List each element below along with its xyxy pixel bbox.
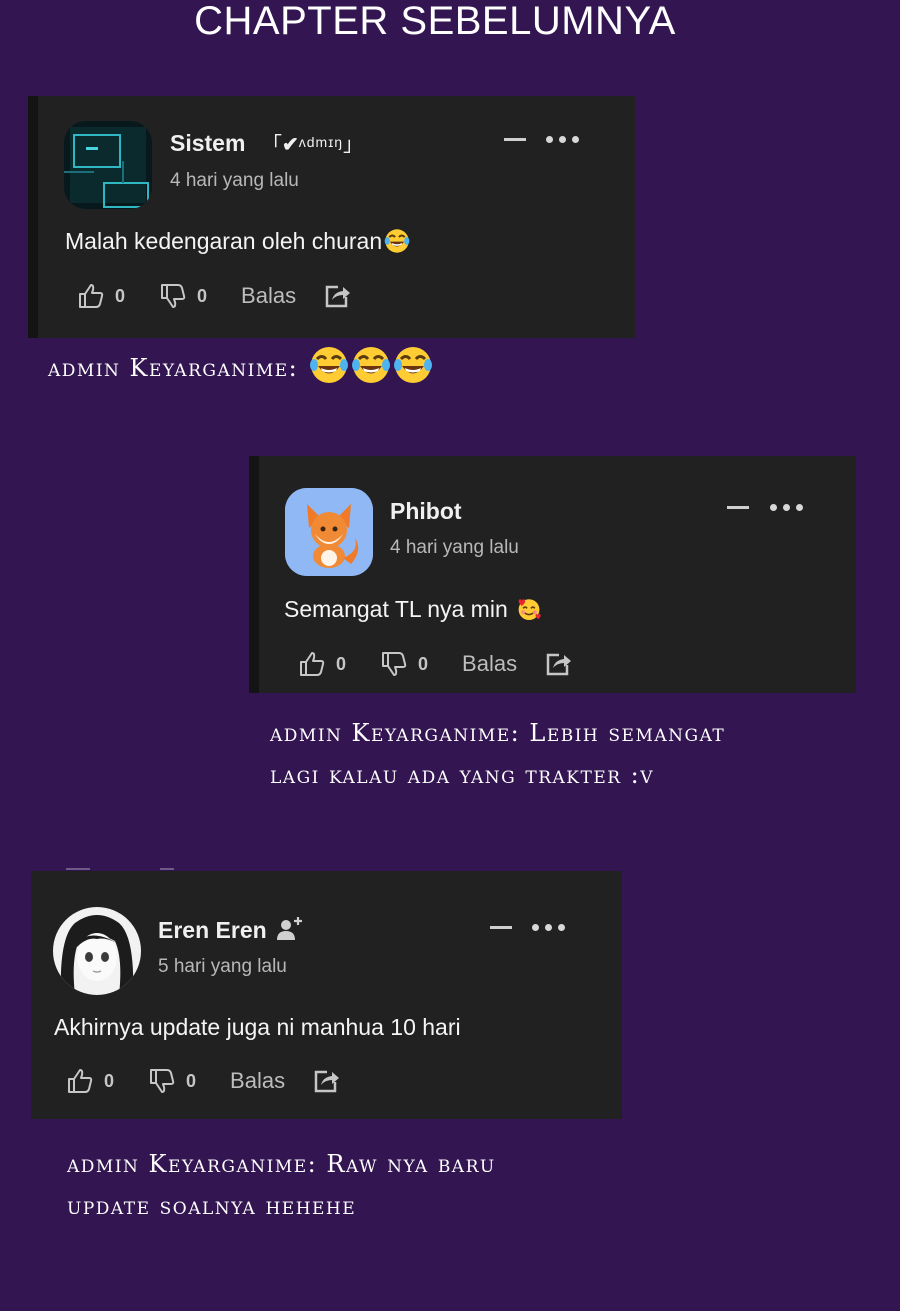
admin-name: Keyarganime (148, 1150, 308, 1178)
comment-actions: 0 0 Balas (66, 1066, 341, 1096)
comment-card-phibot: Phibot 4 hari yang lalu Semangat TL nya … (249, 456, 856, 693)
comment-actions: 0 0 Balas (298, 649, 573, 679)
dislike-count: 0 (186, 1070, 197, 1091)
admin-name: Keyarganime (351, 719, 511, 747)
thumbs-down-icon (382, 652, 407, 676)
admin-reply-line-1: admin Keyarganime: Lebih semangat (270, 712, 725, 754)
thumbs-up-icon (68, 1069, 93, 1093)
like-button[interactable]: 0 (298, 650, 346, 678)
face-with-tears-of-joy-icon (394, 347, 433, 383)
admin-prefix: admin (270, 719, 343, 747)
share-icon[interactable] (545, 651, 573, 677)
dislike-button[interactable]: 0 (148, 1067, 196, 1095)
divider-remnant (160, 868, 174, 870)
fox-avatar-icon[interactable] (285, 488, 373, 576)
face-with-tears-of-joy-icon (384, 229, 410, 253)
dislike-count: 0 (418, 653, 429, 674)
badge-open-bracket: 「 (262, 134, 282, 156)
comment-text: Semangat TL nya min (284, 595, 542, 623)
comment-card-eren: Eren Eren 5 hari yang lalu Akhirnya upda… (31, 871, 622, 1119)
divider-remnant (66, 868, 90, 870)
face-with-tears-of-joy-icon (352, 347, 391, 383)
like-button[interactable]: 0 (66, 1067, 114, 1095)
dislike-button[interactable]: 0 (159, 282, 207, 310)
thumbs-down-icon (150, 1069, 175, 1093)
dislike-count: 0 (197, 285, 208, 306)
admin-reply-line-2: lagi kalau ada yang trakter :v (270, 761, 655, 789)
comment-username[interactable]: Phibot (390, 497, 462, 525)
minimize-icon[interactable] (727, 506, 749, 509)
admin-prefix: admin (67, 1150, 140, 1178)
minimize-icon[interactable] (504, 138, 526, 141)
card-accent-bar (249, 456, 259, 693)
more-options-icon[interactable] (770, 502, 806, 514)
comment-timestamp: 5 hari yang lalu (158, 956, 287, 977)
comment-text-body: Malah kedengaran oleh churan (65, 228, 383, 254)
admin-colon: : (307, 1150, 318, 1178)
admin-colon: : (288, 354, 299, 382)
more-options-icon[interactable] (546, 134, 582, 146)
admin-reply-line-1: admin Keyarganime: Raw nya baru (67, 1143, 496, 1185)
face-with-tears-of-joy-icon (310, 347, 349, 383)
badge-close-bracket: 」 (342, 134, 363, 156)
reply-button[interactable]: Balas (241, 283, 296, 309)
more-options-icon[interactable] (532, 922, 568, 934)
page-title: CHAPTER SEBELUMNYA (194, 0, 676, 43)
comment-actions: 0 0 Balas (77, 281, 352, 311)
thumbs-up-icon (300, 652, 325, 676)
dislike-button[interactable]: 0 (380, 650, 428, 678)
admin-reply-text: Raw nya baru (326, 1150, 496, 1178)
share-icon[interactable] (313, 1068, 341, 1094)
comment-timestamp: 4 hari yang lalu (390, 537, 519, 558)
badge-admin-label: ᴧdmɪŋ (298, 134, 343, 150)
admin-reply-text: Lebih semangat (529, 719, 726, 747)
dark-tech-avatar-icon[interactable] (64, 121, 152, 209)
like-count: 0 (104, 1070, 115, 1091)
comment-timestamp: 4 hari yang lalu (170, 170, 299, 191)
admin-colon: : (510, 719, 521, 747)
thumbs-up-icon (79, 284, 104, 308)
like-count: 0 (336, 653, 347, 674)
admin-reply-line-2: update soalnya hehehe (67, 1192, 357, 1220)
admin-name: Keyarganime (129, 354, 289, 382)
comment-text: Akhirnya update juga ni manhua 10 hari (54, 1014, 461, 1040)
card-accent-bar (28, 96, 38, 338)
admin-badge: 「✔ᴧdmɪŋ」 (262, 130, 363, 157)
share-icon[interactable] (324, 283, 352, 309)
minimize-icon[interactable] (490, 926, 512, 929)
thumbs-down-icon (161, 284, 186, 308)
admin-reply-2: admin Keyarganime: Lebih semangat lagi k… (270, 712, 725, 796)
add-user-icon[interactable] (276, 915, 304, 943)
smiling-face-with-hearts-icon (518, 599, 541, 621)
comment-username[interactable]: Sistem (170, 129, 245, 157)
admin-reply-3: admin Keyarganime: Raw nya baru update s… (67, 1143, 496, 1227)
like-button[interactable]: 0 (77, 282, 125, 310)
comment-text: Malah kedengaran oleh churan (65, 227, 410, 255)
admin-prefix: admin (48, 354, 121, 382)
reply-button[interactable]: Balas (230, 1068, 285, 1094)
reply-button[interactable]: Balas (462, 651, 517, 677)
comment-card-sistem: Sistem 「✔ᴧdmɪŋ」 4 hari yang lalu Malah k… (28, 96, 635, 338)
comment-username[interactable]: Eren Eren (158, 916, 267, 944)
anime-girl-avatar-icon[interactable] (53, 907, 141, 995)
comment-text-body: Semangat TL nya min (284, 596, 508, 622)
like-count: 0 (115, 285, 126, 306)
admin-reply-1: admin Keyarganime: (48, 345, 433, 389)
check-icon: ✔ (282, 134, 299, 156)
